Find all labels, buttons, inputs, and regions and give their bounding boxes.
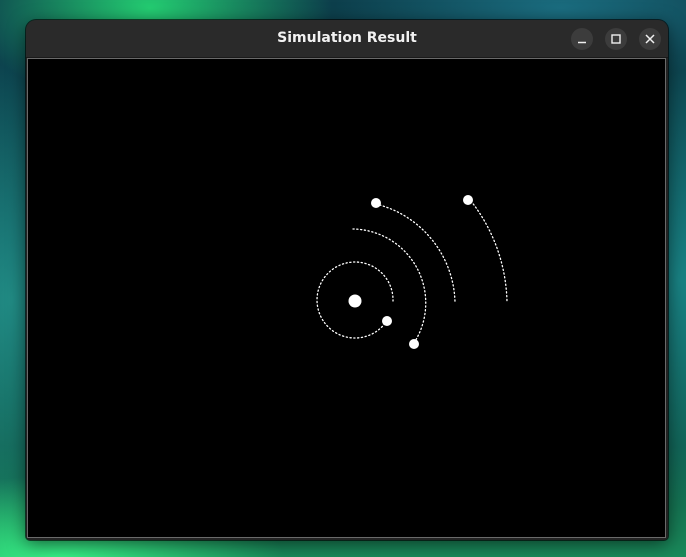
orbiting-body-4: [463, 195, 473, 205]
simulation-canvas[interactable]: [27, 58, 666, 538]
app-window: Simulation Result: [26, 20, 668, 540]
maximize-button[interactable]: [605, 28, 627, 50]
close-button[interactable]: [639, 28, 661, 50]
minimize-icon: [578, 41, 586, 44]
orbit-trail-3: [375, 203, 456, 303]
central-body: [348, 294, 362, 308]
minimize-button[interactable]: [571, 28, 593, 50]
maximize-icon: [611, 34, 621, 44]
orbit-trail-4: [470, 200, 508, 303]
orbiting-body-1: [382, 316, 392, 326]
close-icon: [645, 34, 655, 44]
orbit-trail-2: [352, 228, 427, 344]
orbiting-body-3: [371, 198, 381, 208]
title-bar[interactable]: Simulation Result: [26, 20, 668, 58]
simulation-plot: [316, 195, 508, 349]
orbiting-body-2: [409, 339, 419, 349]
